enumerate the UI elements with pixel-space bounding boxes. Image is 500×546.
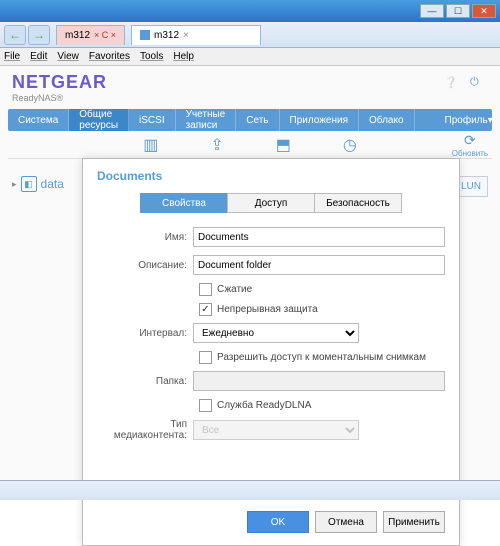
menu-file[interactable]: File [4, 51, 20, 62]
header-icons: ❔ ⏻ [444, 76, 486, 92]
row-protect: ✓ Непрерывная защита [199, 303, 445, 316]
browser-tab-1[interactable]: m312 × C × [56, 25, 125, 45]
minimize-button[interactable]: — [420, 4, 444, 18]
label-name: Имя: [97, 232, 193, 243]
main-nav: Система Общие ресурсы iSCSI Учетные запи… [8, 109, 492, 131]
nav-profile[interactable]: Профиль▾ [435, 109, 500, 131]
forward-button[interactable]: → [28, 25, 50, 45]
maximize-button[interactable]: ☐ [446, 4, 470, 18]
ok-button[interactable]: OK [247, 511, 309, 533]
expand-icon[interactable]: ▸ [12, 179, 17, 190]
refresh-icon: ⟳ [452, 132, 488, 149]
menu-tools[interactable]: Tools [140, 51, 163, 62]
dialog-title: Documents [97, 169, 445, 183]
tab-access[interactable]: Доступ [227, 193, 315, 213]
brand-sub: ReadyNAS® [12, 93, 488, 103]
compress-label: Сжатие [217, 284, 252, 295]
tab-properties[interactable]: Свойства [140, 193, 228, 213]
tab-security[interactable]: Безопасность [314, 193, 402, 213]
brand-name: NETGEAR [12, 72, 488, 93]
nav-cloud[interactable]: Облако [359, 109, 415, 131]
row-dlna: Служба ReadyDLNA [199, 399, 445, 412]
nav-accounts[interactable]: Учетные записи [176, 109, 237, 131]
tab-extra: × C × [94, 30, 116, 40]
dialog-tabs: Свойства Доступ Безопасность [97, 193, 445, 213]
row-desc: Описание: [97, 255, 445, 275]
desc-input[interactable] [193, 255, 445, 275]
dialog-buttons: OK Отмена Применить [247, 511, 445, 533]
browser-statusbar [0, 480, 500, 500]
close-button[interactable]: ✕ [472, 4, 496, 18]
snapshot-label: Разрешить доступ к моментальным снимкам [217, 352, 426, 363]
power-icon[interactable]: ⏻ [470, 76, 486, 92]
tab-label: m312 [65, 30, 90, 41]
menu-view[interactable]: View [57, 51, 79, 62]
nav-apps[interactable]: Приложения [280, 109, 360, 131]
menu-favorites[interactable]: Favorites [89, 51, 130, 62]
label-media: Тип медиаконтента: [97, 419, 193, 441]
row-folder: Папка: [97, 371, 445, 391]
media-select: Все [193, 420, 359, 440]
label-interval: Интервал: [97, 328, 193, 339]
browser-menubar: File Edit View Favorites Tools Help [0, 48, 500, 66]
close-tab-icon[interactable]: × [183, 30, 189, 41]
volume-icon: ◧ [21, 176, 37, 192]
volume-label: data [41, 177, 64, 191]
brand: NETGEAR ReadyNAS® [0, 66, 500, 105]
cancel-button[interactable]: Отмена [315, 511, 377, 533]
row-compress: Сжатие [199, 283, 445, 296]
nav-shares[interactable]: Общие ресурсы [69, 109, 129, 131]
dlna-checkbox[interactable] [199, 399, 212, 412]
refresh-button[interactable]: ⟳ Обновить [452, 132, 488, 158]
back-button[interactable]: ← [4, 25, 26, 45]
label-folder: Папка: [97, 376, 193, 387]
nav-spacer [415, 109, 435, 131]
protect-checkbox[interactable]: ✓ [199, 303, 212, 316]
nav-network[interactable]: Сеть [236, 109, 279, 131]
snapshot-checkbox[interactable] [199, 351, 212, 364]
browser-navbar: ← → m312 × C × m312 × [0, 22, 500, 48]
menu-help[interactable]: Help [173, 51, 194, 62]
apply-button[interactable]: Применить [383, 511, 445, 533]
side-tree[interactable]: ▸ ◧ data [12, 176, 64, 192]
help-icon[interactable]: ❔ [444, 76, 460, 92]
label-desc: Описание: [97, 260, 193, 271]
clock-icon[interactable]: ◷ [343, 135, 357, 155]
protect-label: Непрерывная защита [217, 304, 318, 315]
toolbar: ▥ ⇪ ⬒ ◷ ⟳ Обновить [8, 131, 492, 159]
folder-icon[interactable]: ▥ [143, 135, 158, 155]
folder-input [193, 371, 445, 391]
browser-tab-2[interactable]: m312 × [131, 25, 261, 45]
dlna-label: Служба ReadyDLNA [217, 400, 311, 411]
row-media: Тип медиаконтента: Все [97, 419, 445, 441]
interval-select[interactable]: Ежедневно [193, 323, 359, 343]
row-interval: Интервал: Ежедневно [97, 323, 445, 343]
group-icon[interactable]: ⬒ [276, 135, 291, 155]
app-content: NETGEAR ReadyNAS® ❔ ⏻ Система Общие ресу… [0, 66, 500, 500]
favicon-icon [140, 30, 150, 40]
row-name: Имя: [97, 227, 445, 247]
window-titlebar: — ☐ ✕ [0, 0, 500, 22]
menu-edit[interactable]: Edit [30, 51, 47, 62]
share-icon[interactable]: ⇪ [210, 135, 223, 155]
name-input[interactable] [193, 227, 445, 247]
nav-system[interactable]: Система [8, 109, 69, 131]
tab-label: m312 [154, 30, 179, 41]
row-snap: Разрешить доступ к моментальным снимкам [199, 351, 445, 364]
nav-iscsi[interactable]: iSCSI [129, 109, 176, 131]
compress-checkbox[interactable] [199, 283, 212, 296]
